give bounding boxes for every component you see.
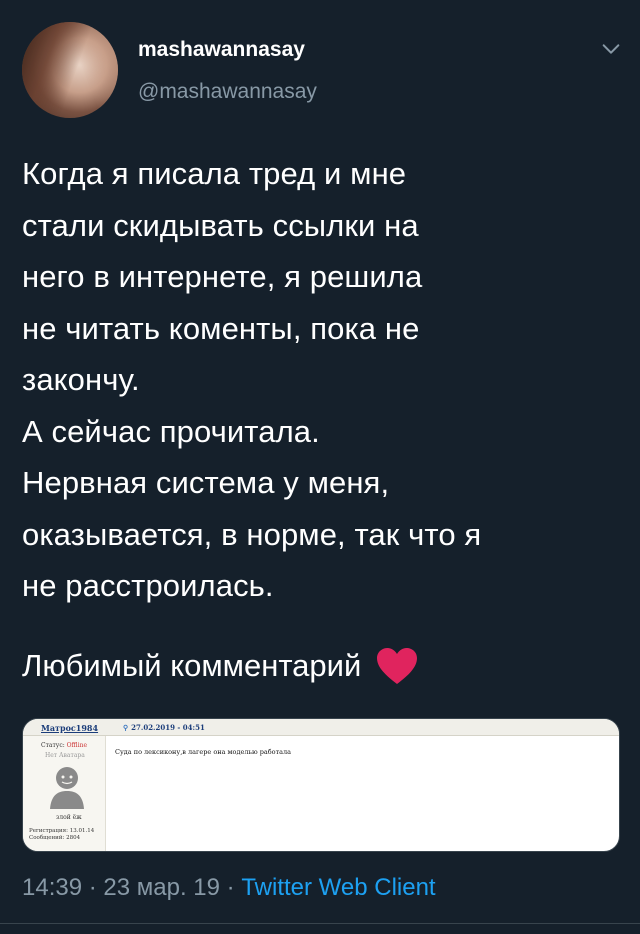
- forum-no-avatar-label: Нет Аватара: [45, 752, 85, 759]
- post-link-icon: ⚲: [123, 723, 129, 732]
- tweet-time[interactable]: 14:39: [22, 874, 82, 901]
- avatar-image: [22, 22, 118, 118]
- client-link[interactable]: Twitter Web Client: [241, 874, 435, 901]
- avatar[interactable]: [22, 22, 118, 118]
- tweet-text: Когда я писала тред и мне стали скидыват…: [22, 156, 482, 603]
- favorite-comment-label: Любимый комментарий: [22, 648, 362, 683]
- chevron-down-icon[interactable]: [600, 38, 622, 60]
- user-handle[interactable]: @mashawannasay: [138, 80, 317, 104]
- forum-post-header: Матрос1984 ⚲ 27.02.2019 - 04:51: [23, 719, 619, 736]
- forum-nickname: злой ёж: [56, 814, 82, 821]
- forum-user-stats: Регистрация: 13.01.14 Сообщений: 2804: [29, 828, 95, 841]
- tweet-meta: 14:39 · 23 мар. 19 · Twitter Web Client: [22, 874, 436, 901]
- divider: [0, 923, 640, 924]
- heart-icon: [377, 647, 418, 684]
- forum-status: Статус: Offline: [41, 742, 88, 749]
- forum-user-panel: Статус: Offline Нет Аватара злой ёж Реги…: [23, 736, 106, 851]
- tweet-date[interactable]: 23 мар. 19: [103, 874, 220, 901]
- forum-post-date: ⚲ 27.02.2019 - 04:51: [123, 723, 205, 732]
- forum-screenshot: Матрос1984 ⚲ 27.02.2019 - 04:51 Статус: O…: [23, 719, 619, 851]
- forum-author: Матрос1984: [41, 723, 99, 733]
- favorite-comment-line: Любимый комментарий: [22, 640, 419, 692]
- attached-image[interactable]: Матрос1984 ⚲ 27.02.2019 - 04:51 Статус: O…: [22, 718, 620, 852]
- forum-message-text: Суда по лексикону,в лагере она моделью р…: [115, 748, 292, 756]
- display-name[interactable]: mashawannasay: [138, 38, 305, 62]
- default-avatar-icon: [50, 767, 84, 809]
